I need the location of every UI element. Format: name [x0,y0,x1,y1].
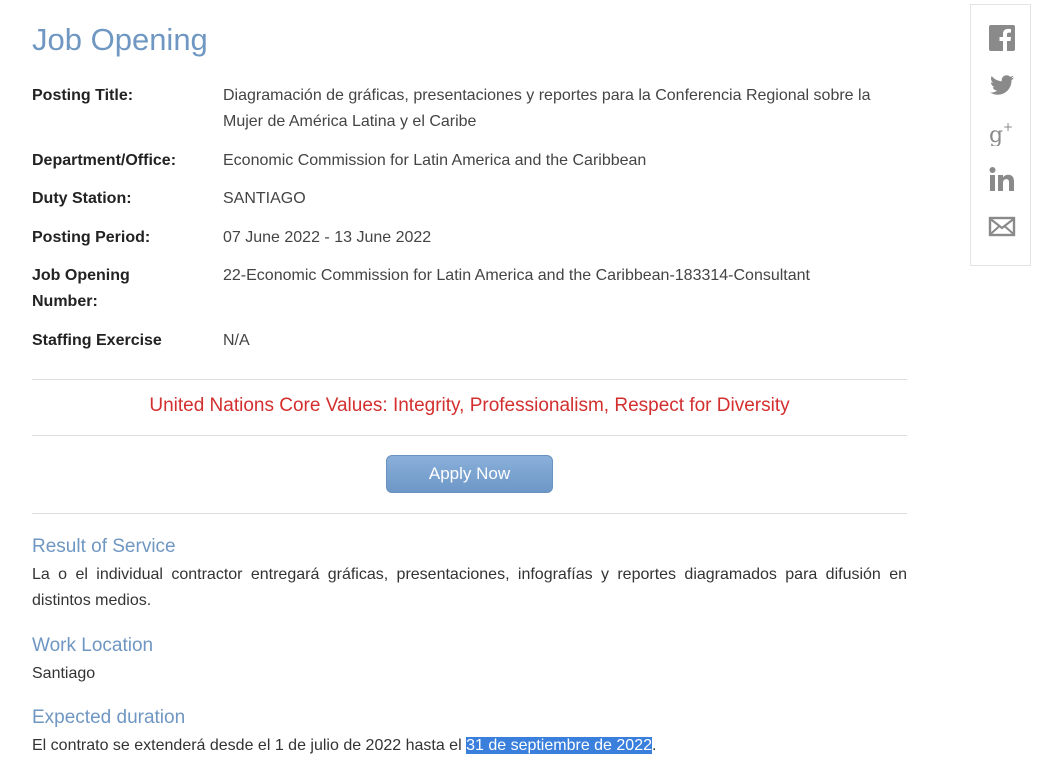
field-posting-title: Posting Title: Diagramación de gráficas,… [32,83,907,135]
field-value: 07 June 2022 - 13 June 2022 [223,229,432,246]
linkedin-icon[interactable] [988,165,1016,193]
field-label: Staffing Exercise [32,332,162,349]
email-icon[interactable] [988,212,1016,240]
field-job-opening-number: Job Opening Number: 22-Economic Commissi… [32,263,907,315]
job-opening-page: Job Opening Posting Title: Diagramación … [0,0,1045,772]
divider [32,379,907,380]
field-value: N/A [223,332,250,349]
facebook-icon[interactable] [988,24,1016,52]
section-body-duration: El contrato se extenderá desde el 1 de j… [32,733,907,759]
twitter-icon[interactable] [988,71,1016,99]
field-label: Department/Office: [32,152,177,169]
section-heading-result: Result of Service [32,536,176,557]
field-department: Department/Office: Economic Commission f… [32,148,907,174]
field-duty-station: Duty Station: SANTIAGO [32,186,907,212]
field-posting-period: Posting Period: 07 June 2022 - 13 June 2… [32,225,907,251]
field-value: 22-Economic Commission for Latin America… [223,267,810,284]
section-heading-location: Work Location [32,635,154,656]
section-body-result: La o el individual contractor entregará … [32,566,907,609]
field-value: Diagramación de gráficas, presentaciones… [223,87,871,130]
section-body-location: Santiago [32,665,96,682]
svg-text:+: + [1003,120,1013,134]
field-label: Posting Period: [32,229,151,246]
field-label: Posting Title: [32,87,134,104]
section-heading-duration: Expected duration [32,707,186,728]
field-label: Duty Station: [32,190,132,207]
apply-now-button[interactable]: Apply Now [386,455,553,493]
duration-period: . [652,737,657,754]
field-value: SANTIAGO [223,190,306,207]
field-value: Economic Commission for Latin America an… [223,152,647,169]
field-staffing-exercise: Staffing Exercise N/A [32,328,907,354]
divider [32,435,907,436]
svg-text:g: g [989,123,1003,146]
share-bar: g + [970,4,1031,266]
selected-text: 31 de septiembre de 2022 [466,737,652,754]
core-values-banner: United Nations Core Values: Integrity, P… [149,395,790,416]
page-title: Job Opening [32,22,208,57]
duration-text: El contrato se extenderá desde el 1 de j… [32,737,467,754]
google-plus-icon[interactable]: g + [988,118,1016,146]
divider [32,513,907,514]
field-label: Job Opening Number: [32,267,130,310]
